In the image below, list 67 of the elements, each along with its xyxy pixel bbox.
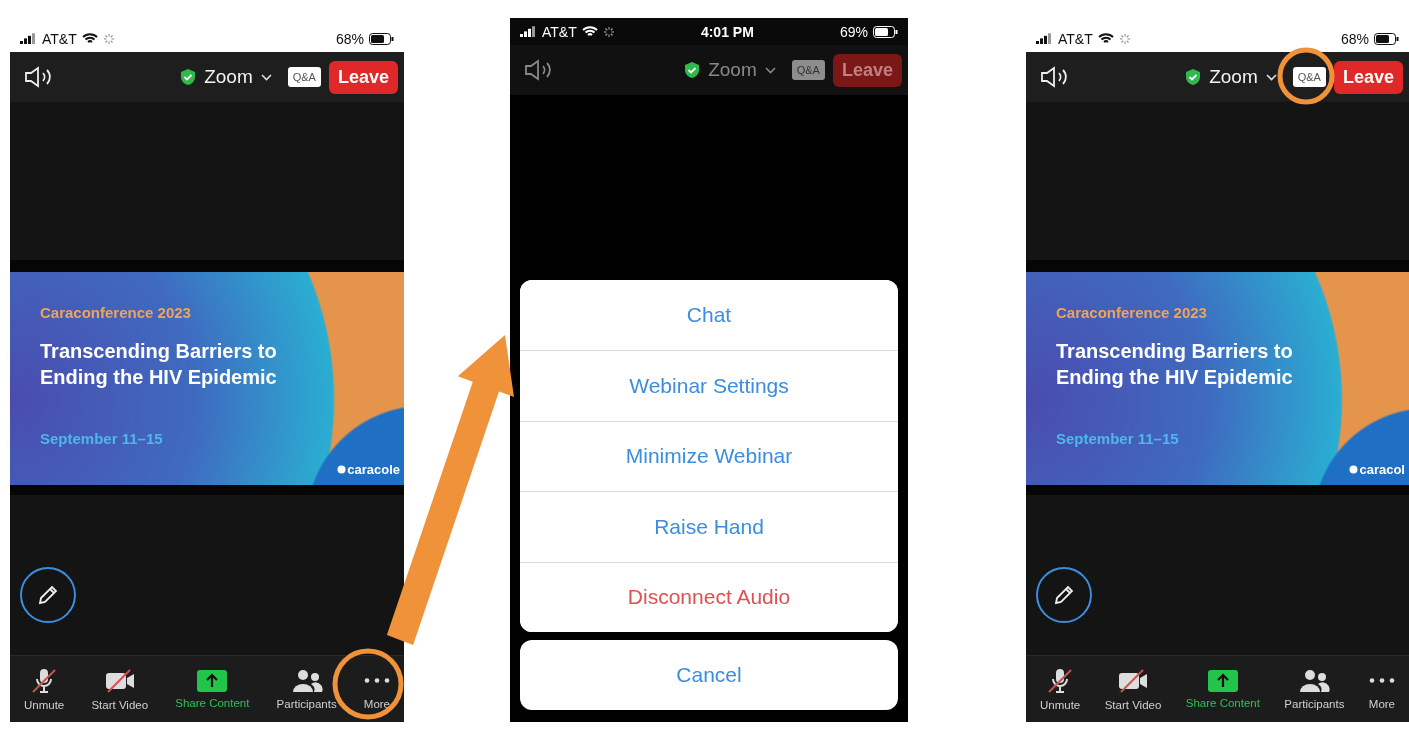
signal-icon [1036,33,1053,44]
battery-percentage: 69% [839,23,868,40]
logo-icon [1349,465,1359,474]
toolbar-button[interactable]: Share Content [175,669,250,709]
annotate-button[interactable] [20,567,76,623]
slide-eyebrow: Caraconference 2023 [1056,304,1208,321]
qa-button[interactable]: Q&A [791,60,825,80]
slide-eyebrow: Caraconference 2023 [40,304,192,321]
speaker-icon[interactable] [24,66,54,88]
participants-icon [290,668,323,693]
toolbar-button[interactable]: Start Video [1104,667,1162,711]
slide-dates: September 11–15 [1056,430,1180,447]
logo-text: caracol [1359,462,1405,477]
highlight-circle [1277,47,1335,105]
share-icon [1207,669,1238,692]
slide-dates: September 11–15 [40,430,164,447]
loading-icon [602,25,615,38]
signal-icon [520,26,537,37]
share-icon [197,669,228,692]
toolbar-button[interactable]: More [1368,668,1395,710]
more-icon [1368,677,1395,683]
leave-button[interactable]: Leave [1333,60,1403,94]
battery-percentage: 68% [1340,30,1369,47]
pencil-icon [37,584,59,606]
logo-text: caracole [347,462,400,477]
slide-title: Transcending Barriers to Ending the HIV Epidemic [40,339,278,390]
slide-title: Transcending Barriers to Ending the HIV Epidemic [1056,339,1294,390]
toolbar-button[interactable]: Unmute [24,667,65,711]
leave-button[interactable]: Leave [328,60,398,94]
battery-icon [1374,32,1399,45]
chevron-down-icon[interactable] [764,66,776,74]
battery-percentage: 68% [335,30,364,47]
carrier-label: AT&T [542,23,577,40]
shield-check-icon [1185,68,1202,86]
signal-icon [20,33,37,44]
pencil-icon [1053,584,1075,606]
toolbar-button[interactable]: Start Video [91,667,149,711]
toolbar-button[interactable]: Participants [276,668,337,710]
loading-icon [1118,32,1131,45]
meeting-name[interactable]: Zoom [204,66,253,88]
toolbar-button[interactable]: Unmute [1040,667,1081,711]
toolbar-button[interactable]: More [363,668,390,710]
logo-icon [337,465,347,474]
participants-icon [1298,668,1331,693]
menu-item[interactable]: Disconnect Audio [520,561,898,632]
more-icon [363,677,390,683]
wifi-icon [81,32,98,45]
video-camera-icon [103,667,136,694]
battery-icon [873,25,898,38]
battery-icon [369,32,394,45]
toolbar-button[interactable]: Participants [1284,668,1345,710]
wifi-icon [1097,32,1114,45]
carrier-label: AT&T [42,30,77,47]
meeting-name[interactable]: Zoom [708,59,757,81]
meeting-name[interactable]: Zoom [1209,66,1258,88]
carrier-label: AT&T [1058,30,1093,47]
loading-icon [102,32,115,45]
shield-check-icon [684,61,701,79]
speaker-icon[interactable] [1040,66,1070,88]
clock-time: 4:01 PM [699,23,755,40]
toolbar-button[interactable]: Share Content [1185,669,1260,709]
video-camera-icon [1117,667,1149,694]
shield-check-icon [180,68,197,86]
wifi-icon [581,25,598,38]
qa-button[interactable]: Q&A [1292,67,1326,87]
qa-button[interactable]: Q&A [287,67,321,87]
annotate-button[interactable] [1036,567,1092,623]
